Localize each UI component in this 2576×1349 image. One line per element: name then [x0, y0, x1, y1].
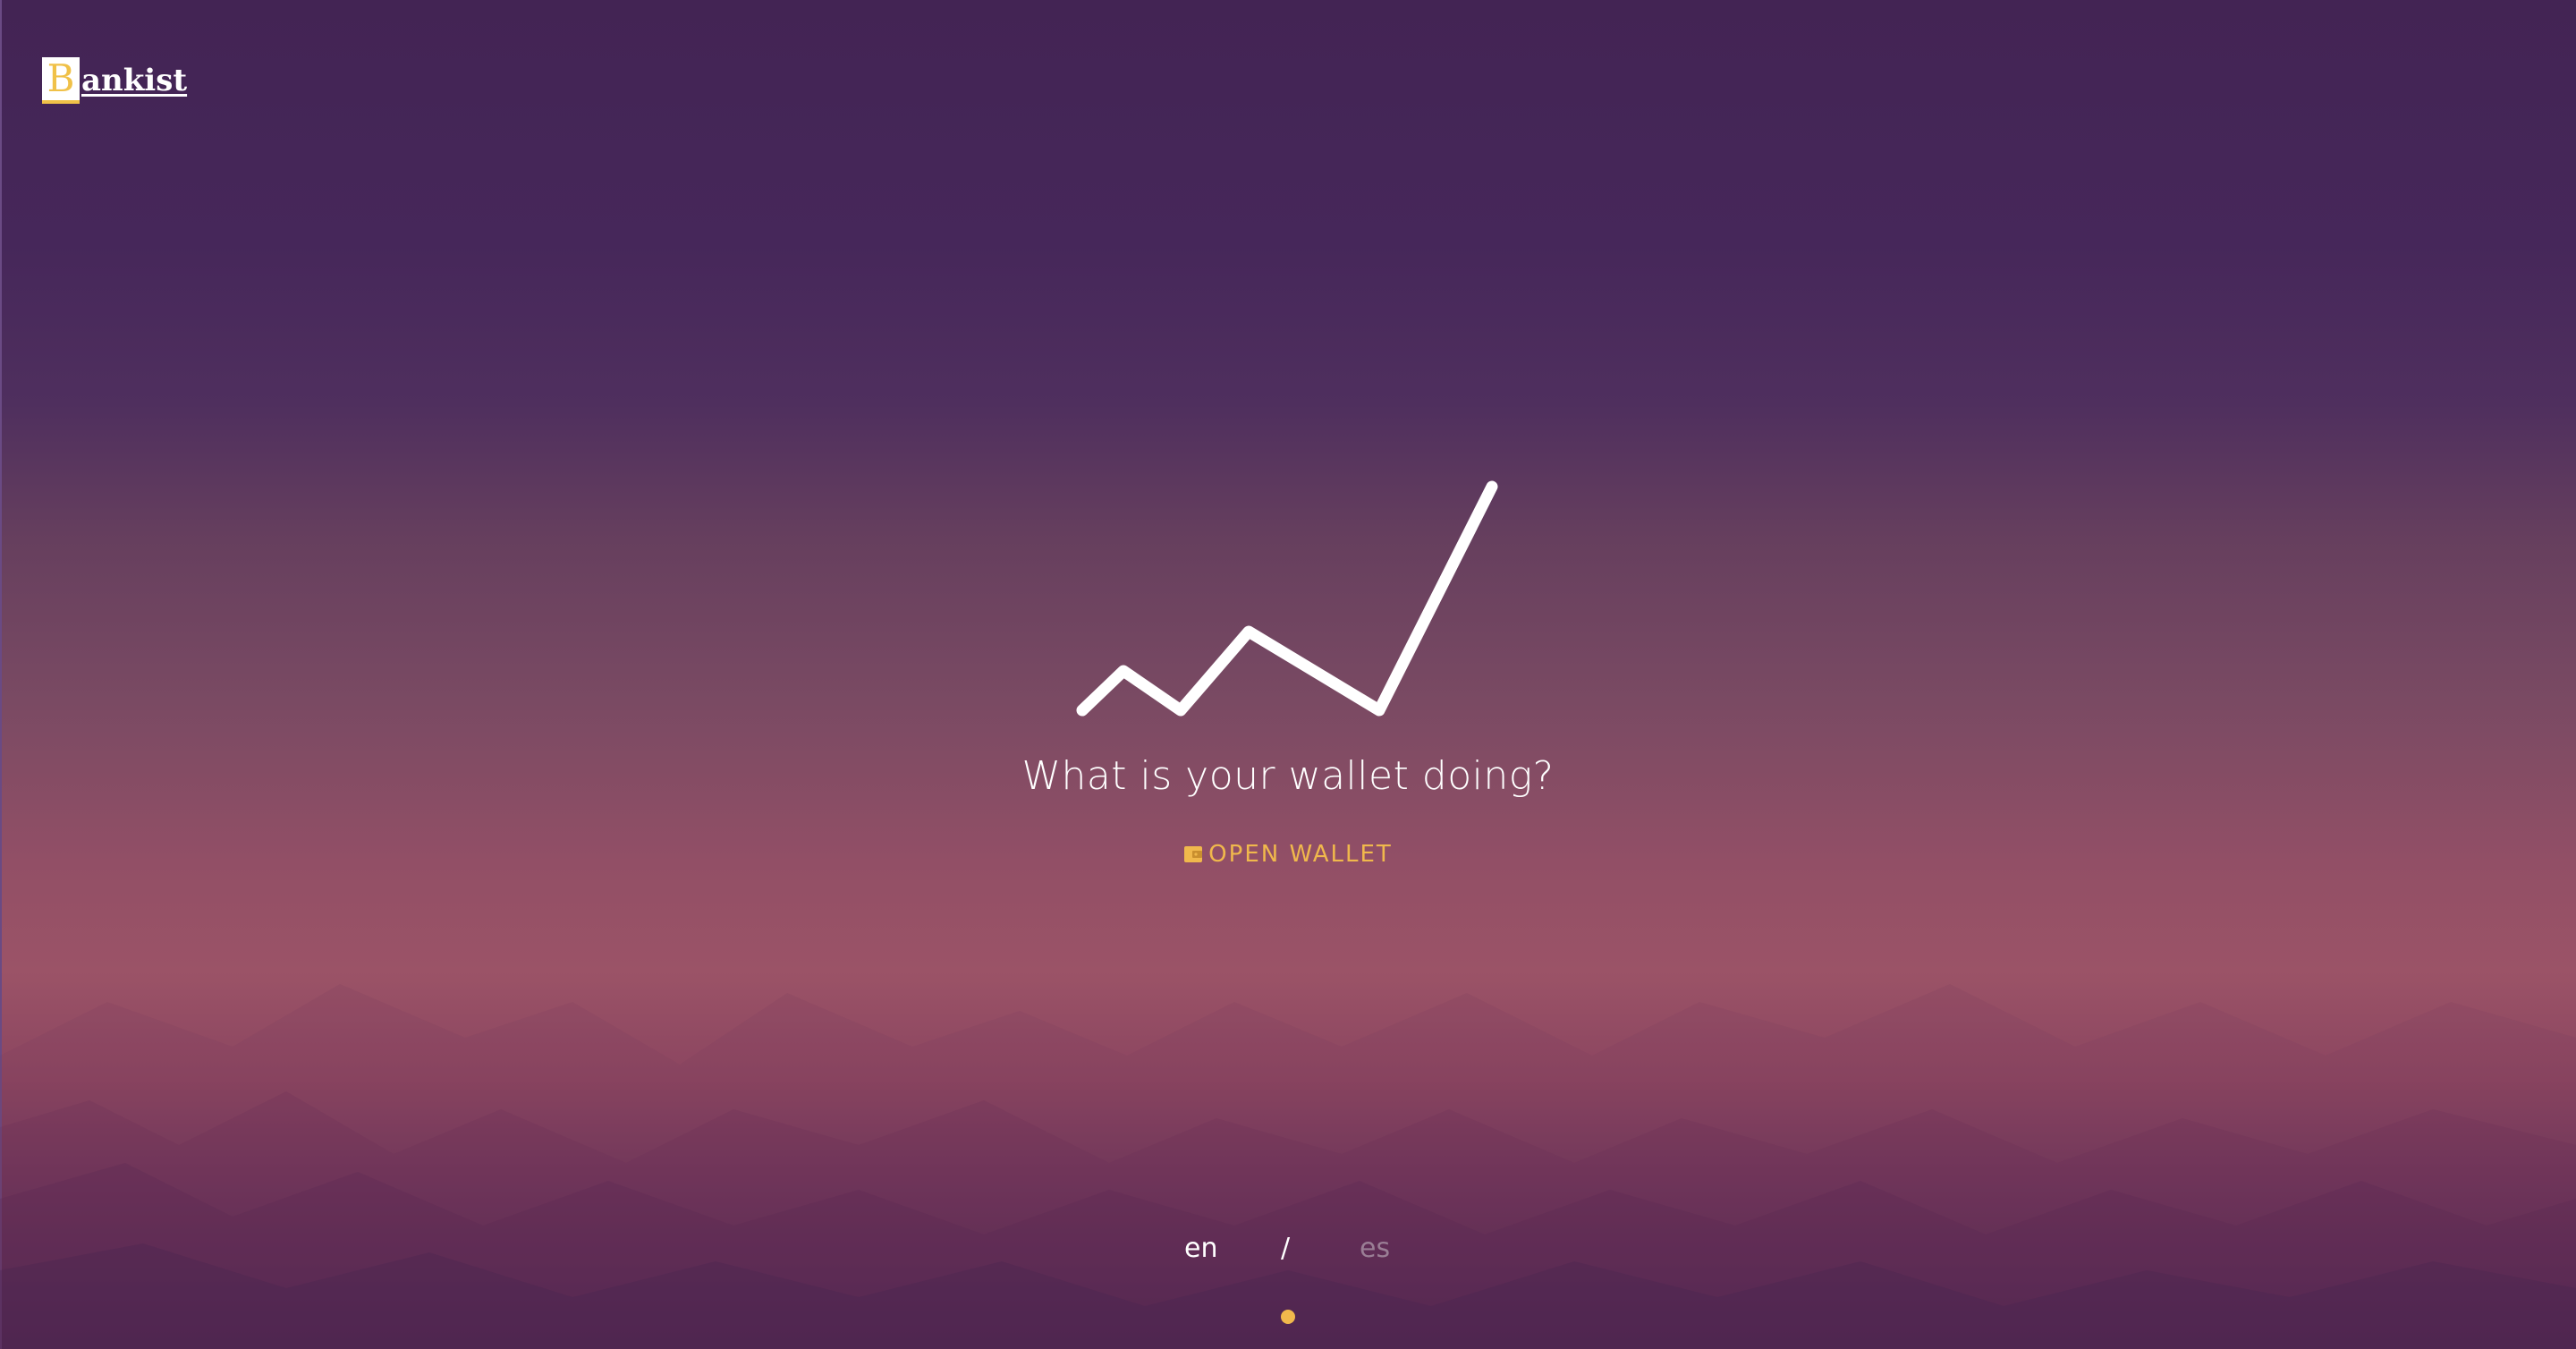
language-en-link[interactable]: en — [1184, 1233, 1217, 1264]
wallet-icon — [1184, 846, 1203, 862]
trend-line-icon — [1076, 480, 1498, 717]
open-wallet-label: OPEN WALLET — [1208, 841, 1393, 868]
logo-text: ankist — [81, 63, 188, 98]
language-es-link[interactable]: es — [1360, 1233, 1390, 1264]
open-wallet-container: OPEN WALLET — [0, 841, 2576, 868]
page-title: What is your wallet doing? — [1021, 753, 1555, 799]
open-wallet-button[interactable]: OPEN WALLET — [1183, 841, 1393, 868]
language-separator: / — [1281, 1233, 1291, 1264]
language-switcher: en / es — [1163, 1233, 1413, 1268]
landing-page: B ankist What is your wallet doing? OPEN… — [0, 0, 2576, 1349]
brand-logo[interactable]: B ankist — [42, 56, 188, 104]
logo-initial: B — [42, 56, 80, 104]
page-indicator-dot[interactable] — [1281, 1310, 1295, 1324]
